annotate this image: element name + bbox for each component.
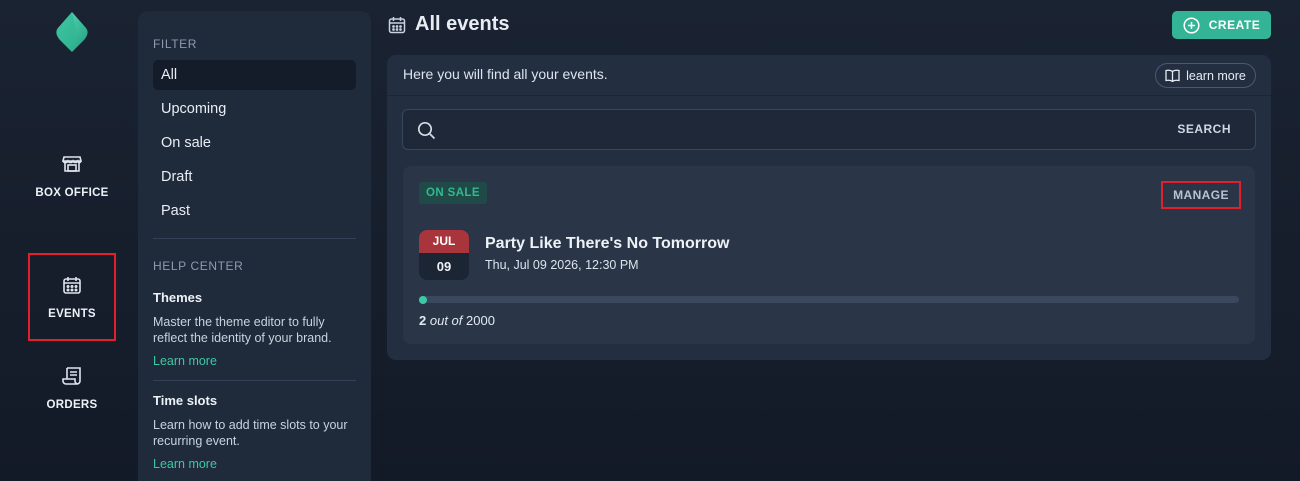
calendar-icon <box>388 17 406 34</box>
rail-item-label: EVENTS <box>48 308 96 320</box>
logo-icon <box>54 12 90 52</box>
rail-item-label: ORDERS <box>46 399 98 411</box>
events-container: Here you will find all your events. lear… <box>387 55 1271 360</box>
intro-text: Here you will find all your events. <box>403 66 608 82</box>
rail-item-box-office[interactable]: BOX OFFICE <box>28 132 116 220</box>
filter-panel: FILTER All Upcoming On sale Draft Past H… <box>138 11 371 481</box>
help-center-title: HELP CENTER <box>153 259 244 273</box>
capacity-count: 2000 <box>466 313 495 328</box>
search-bar: SEARCH <box>402 109 1256 150</box>
filter-item-upcoming[interactable]: Upcoming <box>153 94 356 124</box>
sales-progress-bar <box>419 295 1239 304</box>
search-icon <box>417 121 436 140</box>
sold-count: 2 <box>419 313 427 328</box>
left-rail: BOX OFFICE EVENTS ORDERS <box>0 0 138 481</box>
filter-item-all[interactable]: All <box>153 60 356 90</box>
rail-item-events[interactable]: EVENTS <box>28 253 116 341</box>
rail-item-label: BOX OFFICE <box>35 187 109 199</box>
app: BOX OFFICE EVENTS ORDERS FILTER All Upco… <box>0 0 1300 481</box>
filter-title: FILTER <box>153 37 198 51</box>
learn-more-label: learn more <box>1186 68 1246 83</box>
search-button[interactable]: SEARCH <box>1177 122 1231 136</box>
event-datetime: Thu, Jul 09 2026, 12:30 PM <box>485 258 639 272</box>
page-title: All events <box>415 13 510 35</box>
learn-more-button[interactable]: learn more <box>1155 63 1256 88</box>
sales-progress-fill <box>419 295 427 304</box>
calendar-icon <box>63 277 81 294</box>
divider <box>153 380 356 381</box>
storefront-icon <box>61 156 83 172</box>
status-badge: ON SALE <box>419 182 487 204</box>
manage-button[interactable]: MANAGE <box>1161 181 1241 209</box>
search-input[interactable] <box>449 118 1149 142</box>
help-article-title: Themes <box>153 290 203 305</box>
create-button-label: CREATE <box>1208 18 1261 32</box>
book-icon <box>1165 69 1180 82</box>
rail-item-orders[interactable]: ORDERS <box>28 344 116 432</box>
help-article-text: Learn how to add time slots to your recu… <box>153 418 348 448</box>
plus-circle-icon <box>1183 16 1200 34</box>
receipt-icon <box>62 367 81 385</box>
out-of-label: out of <box>429 313 463 328</box>
event-date-tile: JUL 09 <box>419 230 469 280</box>
filter-item-on-sale[interactable]: On sale <box>153 128 356 158</box>
event-day: 09 <box>436 259 452 274</box>
divider <box>387 95 1271 96</box>
sales-count: 2 out of 2000 <box>419 313 495 328</box>
filter-item-draft[interactable]: Draft <box>153 162 356 192</box>
event-month: JUL <box>419 230 469 253</box>
create-button[interactable]: CREATE <box>1172 11 1271 39</box>
help-article-title: Time slots <box>153 393 218 408</box>
help-learn-more-link[interactable]: Learn more <box>153 457 356 471</box>
divider <box>153 238 356 239</box>
filter-item-past[interactable]: Past <box>153 196 356 226</box>
event-card: ON SALE MANAGE JUL 09 Party Like There's… <box>403 166 1255 344</box>
event-title[interactable]: Party Like There's No Tomorrow <box>485 235 729 253</box>
help-article-text: Master the theme editor to fully reflect… <box>153 315 332 345</box>
help-learn-more-link[interactable]: Learn more <box>153 354 356 368</box>
